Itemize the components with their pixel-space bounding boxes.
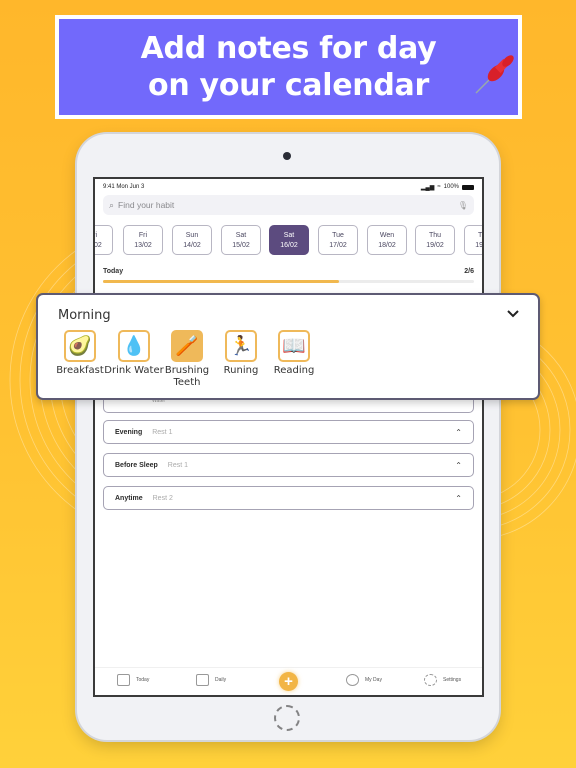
habit-drink-water[interactable]: 💧 Drink Water xyxy=(104,330,164,377)
book-icon: 📖 xyxy=(278,330,310,362)
search-input[interactable]: ⌕ Find your habit 🎙 xyxy=(103,195,474,215)
tab-daily[interactable]: Daily xyxy=(196,674,226,686)
water-drop-icon: 💧 xyxy=(118,330,150,362)
banner-title: Add notes for day on your calendar xyxy=(140,31,437,103)
date-chip[interactable]: Thu19/02 xyxy=(464,225,482,255)
section-anytime[interactable]: Anytime Rest 2 ⌃ xyxy=(103,486,474,510)
tab-bar: Today Daily + My Day Settings xyxy=(95,667,482,695)
target-icon xyxy=(346,674,359,686)
section-name: Anytime xyxy=(115,494,143,502)
pushpin-icon xyxy=(475,55,514,94)
date-chip[interactable]: Sat 15/02 xyxy=(221,225,261,255)
section-rest: Rest 1 xyxy=(152,428,173,436)
mic-icon[interactable]: 🎙 xyxy=(458,201,468,210)
habit-reading[interactable]: 📖 Reading xyxy=(264,330,324,377)
chevron-up-icon[interactable]: ⌃ xyxy=(455,461,462,470)
section-rest: Rest 1 xyxy=(167,461,189,469)
chevron-up-icon[interactable]: ⌃ xyxy=(455,428,462,437)
chevron-down-icon[interactable] xyxy=(506,307,520,321)
toothbrush-icon: 🪥 xyxy=(171,330,203,362)
battery-percent: 100% xyxy=(443,184,459,190)
progress-bar xyxy=(103,280,474,283)
date-chip[interactable]: Fri 13/02 xyxy=(123,225,163,255)
chart-icon xyxy=(196,674,209,686)
wifi-icon: ≈ xyxy=(437,184,441,190)
status-time: 9:41 Mon Jun 3 xyxy=(103,184,145,190)
add-habit-button[interactable]: + xyxy=(279,672,298,691)
tab-today[interactable]: Today xyxy=(117,674,149,686)
date-chip-selected[interactable]: Sat 16/02 xyxy=(269,225,309,255)
today-progress-header: Today 2/6 xyxy=(103,268,474,275)
date-chip[interactable]: Tue 17/02 xyxy=(318,225,358,255)
section-rest: Rest 2 xyxy=(152,494,173,502)
progress-count: 2/6 xyxy=(464,268,474,275)
section-name: Before Sleep xyxy=(115,461,158,469)
date-strip[interactable]: Fri12/02 Fri13/02 Sun14/02 Sat15/02 Sat1… xyxy=(95,225,482,257)
status-bar: 9:41 Mon Jun 3 ▂▄▆ ≈ 100% xyxy=(103,182,474,192)
habit-running[interactable]: 🏃 Runing xyxy=(211,330,271,377)
habit-breakfast[interactable]: 🥑 Breakfast xyxy=(50,330,110,377)
date-chip[interactable]: Thu19/02 xyxy=(415,225,455,255)
progress-fill xyxy=(103,280,339,283)
gear-icon xyxy=(424,674,437,686)
date-chip[interactable]: Wen 18/02 xyxy=(367,225,407,255)
app-screen: 9:41 Mon Jun 3 ▂▄▆ ≈ 100% ⌕ Find your ha… xyxy=(93,177,484,697)
calendar-icon xyxy=(117,674,130,686)
date-chip[interactable]: Fri12/02 xyxy=(95,225,113,255)
date-chip[interactable]: Sun 14/02 xyxy=(172,225,212,255)
tab-my-day[interactable]: My Day xyxy=(346,674,382,686)
avocado-icon: 🥑 xyxy=(64,330,96,362)
today-label: Today xyxy=(103,268,124,275)
runner-icon: 🏃 xyxy=(225,330,257,362)
search-icon: ⌕ xyxy=(109,199,115,210)
battery-icon xyxy=(462,184,474,190)
camera-icon xyxy=(283,152,291,160)
section-name: Evening xyxy=(115,428,143,436)
search-placeholder: Find your habit xyxy=(118,200,175,210)
habit-brushing-teeth[interactable]: 🪥 Brushing Teeth xyxy=(157,330,217,389)
morning-section-popup: Morning 🥑 Breakfast 💧 Drink Water 🪥 Brus… xyxy=(36,293,540,400)
promo-banner: Add notes for day on your calendar xyxy=(55,15,522,119)
section-before-sleep[interactable]: Before Sleep Rest 1 ⌃ xyxy=(103,453,474,477)
section-title: Morning xyxy=(58,308,111,323)
section-evening[interactable]: Evening Rest 1 ⌃ xyxy=(103,420,474,444)
signal-icon: ▂▄▆ xyxy=(420,184,435,191)
tab-settings[interactable]: Settings xyxy=(424,674,461,686)
chevron-up-icon[interactable]: ⌃ xyxy=(455,494,462,503)
home-button[interactable] xyxy=(274,705,300,731)
